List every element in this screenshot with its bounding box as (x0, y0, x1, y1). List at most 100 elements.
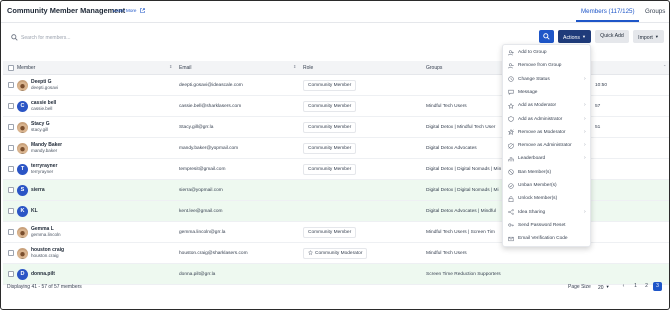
member-groups: Digital Detox | Digital Nomads | Min (426, 167, 502, 172)
menu-item-leaderboard[interactable]: Leaderboard › (503, 152, 592, 165)
menu-item-label: Message (518, 89, 538, 95)
menu-item-label: Add as Moderator (518, 103, 557, 109)
import-label: Import (638, 35, 653, 41)
header-divider (1, 22, 669, 23)
chevron-right-icon: › (584, 115, 586, 122)
role-select[interactable]: Community Member (303, 101, 357, 112)
row-checkbox[interactable] (8, 166, 14, 172)
menu-item-add-as-administrator[interactable]: Add as Administrator › (503, 113, 592, 126)
column-header-role[interactable]: Role (303, 65, 313, 71)
member-email: deepti.gosavi@ideascale.com (179, 83, 243, 88)
prev-page-button[interactable]: ‹ (619, 282, 628, 291)
row-checkbox[interactable] (8, 82, 14, 88)
row-checkbox[interactable] (8, 124, 14, 130)
role-select[interactable]: Community Member (303, 227, 357, 238)
menu-item-remove-as-administrator[interactable]: Remove as Administrator › (503, 139, 592, 152)
member-email: sierra@yopmail.com (179, 188, 223, 193)
menu-item-add-to-group[interactable]: Add to Group (503, 46, 592, 59)
learn-more-link[interactable]: Learn More (113, 8, 145, 13)
column-header-email[interactable]: Email (179, 65, 192, 71)
member-name[interactable]: donna.pilt (31, 271, 55, 277)
role-select[interactable]: Community Member (303, 143, 357, 154)
learn-more-label: Learn More (113, 8, 137, 13)
avatar (17, 248, 28, 259)
search-input[interactable] (21, 32, 541, 43)
member-groups: Digital Detox | Digital Nomads | Mi (426, 188, 499, 193)
member-groups: Digital Detox | Mindful Tech User (426, 125, 496, 130)
member-name[interactable]: KL (31, 208, 38, 214)
member-email: cassie.bell@sharklasers.com (179, 104, 242, 109)
member-email: mandy.baker@yopmail.com (179, 146, 239, 151)
menu-item-ban-member-s[interactable]: Ban Member(s) (503, 166, 592, 179)
menu-item-label: Change Status (518, 76, 550, 82)
table-row[interactable]: Ddonna.pilt donna.pilt@grr.la Screen Time … (3, 264, 669, 285)
page-size-label: Page Size (568, 284, 591, 290)
menu-item-change-status[interactable]: Change Status › (503, 73, 592, 86)
member-name[interactable]: sierra (31, 187, 45, 193)
chevron-up-icon[interactable]: ⌃ (663, 64, 666, 69)
page-size-value: 20 (598, 285, 604, 291)
menu-item-add-as-moderator[interactable]: Add as Moderator › (503, 99, 592, 112)
menu-item-remove-as-moderator[interactable]: Remove as Moderator › (503, 126, 592, 139)
quick-add-button[interactable]: Quick Add (595, 30, 629, 43)
menu-item-send-password-reset[interactable]: Send Password Reset (503, 219, 592, 232)
row-checkbox[interactable] (8, 187, 14, 193)
role-select[interactable]: Community Moderator (303, 248, 368, 259)
actions-button[interactable]: Actions ▼ (558, 30, 591, 43)
member-username: houston.craig (31, 253, 59, 258)
import-button[interactable]: Import ▼ (633, 30, 664, 43)
role-label: Community Member (308, 167, 352, 172)
column-header-groups[interactable]: Groups (426, 65, 442, 71)
menu-item-unban-member-s[interactable]: Unban Member(s) (503, 179, 592, 192)
search-icon (543, 33, 550, 40)
menu-item-label: Add to Group (518, 50, 547, 55)
role-label: Community Member (308, 83, 352, 88)
last-activity: 57 (595, 104, 601, 109)
last-activity: 10:50 (595, 83, 608, 88)
menu-item-email-verification-code[interactable]: Email Verification Code (503, 232, 592, 245)
admin-remove-icon (508, 142, 514, 149)
search-icon (11, 34, 18, 41)
menu-item-label: Add as Administrator (518, 116, 563, 122)
menu-item-message[interactable]: Message (503, 86, 592, 99)
member-groups: Mindful Tech Users | Screen Tim (426, 230, 495, 235)
sort-icon[interactable]: ⇕ (169, 64, 172, 69)
row-checkbox[interactable] (8, 271, 14, 277)
row-checkbox[interactable] (8, 229, 14, 235)
search-box (7, 31, 554, 44)
avatar: D (17, 269, 28, 280)
menu-item-unlock-member-s[interactable]: Unlock Member(s) (503, 192, 592, 205)
menu-item-idea-sharing[interactable]: Idea Sharing › (503, 206, 592, 219)
ban-icon (508, 169, 514, 175)
page-1-button[interactable]: 1 (631, 282, 640, 291)
menu-item-remove-from-group[interactable]: Remove from Group (503, 59, 592, 72)
page-3-button[interactable]: 3 (653, 282, 662, 291)
row-checkbox[interactable] (8, 250, 14, 256)
role-select[interactable]: Community Member (303, 80, 357, 91)
member-username: cassie.bell (31, 106, 53, 111)
select-all-checkbox[interactable] (8, 65, 14, 71)
menu-item-label: Idea Sharing (518, 209, 546, 215)
tab-groups[interactable]: Groups (645, 8, 665, 15)
last-activity: 51 (595, 125, 601, 130)
sort-icon[interactable]: ⇕ (293, 64, 296, 69)
unlock-icon (508, 196, 514, 202)
menu-item-label: Send Password Reset (518, 222, 566, 228)
search-button[interactable] (539, 30, 554, 43)
column-header-member[interactable]: Member (17, 65, 35, 71)
menu-item-label: Remove from Group (518, 63, 562, 69)
role-select[interactable]: Community Member (303, 122, 357, 133)
tab-members[interactable]: Members (117/125) (581, 8, 635, 15)
member-email: donna.pilt@grr.la (179, 272, 216, 277)
page-size-select[interactable]: 20 ▼ (598, 284, 610, 291)
row-checkbox[interactable] (8, 145, 14, 151)
message-icon (508, 90, 514, 96)
row-checkbox[interactable] (8, 208, 14, 214)
avatar (17, 80, 28, 91)
role-select[interactable]: Community Member (303, 164, 357, 175)
menu-item-label: Ban Member(s) (518, 169, 552, 175)
member-email: tempresit@gmail.com (179, 167, 226, 172)
row-checkbox[interactable] (8, 103, 14, 109)
page-2-button[interactable]: 2 (642, 282, 651, 291)
member-username: gemma.lincoln (31, 232, 61, 237)
